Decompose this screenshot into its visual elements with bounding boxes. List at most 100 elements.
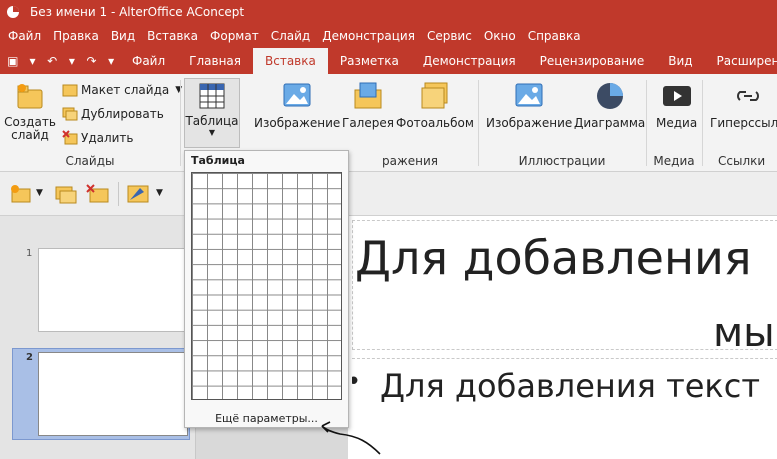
insert-image-label: Изображение bbox=[254, 116, 341, 130]
ribbon-separator bbox=[180, 80, 181, 166]
bullet-icon: • bbox=[352, 367, 361, 397]
link-icon bbox=[736, 91, 759, 101]
new-slide-icon bbox=[17, 84, 43, 109]
group-label-slides: Слайды bbox=[65, 154, 115, 168]
duplicate-icon[interactable] bbox=[54, 184, 78, 204]
play-icon bbox=[662, 86, 691, 106]
image-icon bbox=[283, 83, 311, 107]
title-placeholder[interactable]: Для добавления мы bbox=[352, 220, 777, 355]
bullet-text: Для добавления текст bbox=[380, 367, 760, 405]
duplicate-icon bbox=[62, 107, 78, 121]
slide-thumbnail-1[interactable] bbox=[38, 248, 188, 332]
menu-view[interactable]: Вид bbox=[111, 29, 135, 43]
dropdown-arrow-icon[interactable]: ▾ bbox=[102, 52, 120, 70]
menu-format[interactable]: Формат bbox=[210, 29, 259, 43]
tab-home[interactable]: Главная bbox=[177, 48, 253, 74]
table-label: Таблица bbox=[185, 114, 239, 128]
table-size-grid[interactable] bbox=[191, 172, 342, 400]
dropdown-arrow-icon[interactable]: ▾ bbox=[24, 52, 42, 70]
menu-help[interactable]: Справка bbox=[528, 29, 581, 43]
ribbon-tab-bar: ▣ ▾ ↶ ▾ ↷ ▾ Файл Главная Вставка Разметк… bbox=[0, 48, 777, 74]
slide-canvas[interactable]: Для добавления мы • Для добавления текст bbox=[348, 216, 777, 459]
illustration-image-button[interactable]: Изображение bbox=[486, 80, 572, 130]
menu-file[interactable]: Файл bbox=[8, 29, 41, 43]
create-slide-button[interactable]: Создать слайд bbox=[4, 80, 56, 142]
gallery-button[interactable]: Галерея bbox=[342, 80, 394, 130]
chevron-down-icon: ▼ bbox=[208, 128, 216, 137]
tab-slideshow[interactable]: Демонстрация bbox=[411, 48, 528, 74]
chart-label: Диаграмма bbox=[574, 116, 646, 130]
toolbar-separator bbox=[118, 182, 119, 206]
tab-layout[interactable]: Разметка bbox=[328, 48, 411, 74]
tab-view[interactable]: Вид bbox=[656, 48, 704, 74]
photo-album-button[interactable]: Фотоальбом bbox=[396, 80, 474, 130]
annotation-arrow-icon bbox=[321, 421, 381, 455]
photo-album-icon bbox=[421, 82, 448, 109]
slide-layout-label: Макет слайда bbox=[81, 83, 170, 97]
tab-review[interactable]: Рецензирование bbox=[528, 48, 657, 74]
chevron-down-icon: ▼ bbox=[175, 85, 183, 95]
title-line-2: мы bbox=[713, 310, 775, 356]
slide-layout-button[interactable]: Макет слайда ▼ bbox=[62, 82, 182, 98]
tab-file[interactable]: Файл bbox=[120, 48, 177, 74]
menu-edit[interactable]: Правка bbox=[53, 29, 99, 43]
layout-icon bbox=[62, 84, 78, 97]
delete-slide-icon[interactable] bbox=[86, 184, 110, 204]
delete-slide-button[interactable]: Удалить bbox=[62, 130, 134, 146]
pie-chart-icon bbox=[596, 83, 623, 109]
gallery-label: Галерея bbox=[342, 116, 394, 130]
content-placeholder[interactable]: • Для добавления текст bbox=[352, 358, 777, 459]
menu-bar: Файл Правка Вид Вставка Формат Слайд Дем… bbox=[0, 24, 777, 48]
create-slide-label: Создать слайд bbox=[4, 115, 56, 142]
slide-panel: 1 2 bbox=[0, 216, 196, 459]
media-button[interactable]: Медиа bbox=[656, 80, 697, 130]
popup-title: Таблица bbox=[191, 154, 245, 167]
slide-design-icon[interactable] bbox=[126, 184, 150, 204]
group-label-links: Ссылки bbox=[718, 154, 766, 168]
hyperlink-button[interactable]: Гиперссылк bbox=[710, 80, 777, 130]
illustration-image-label: Изображение bbox=[486, 116, 573, 130]
insert-image-button[interactable]: Изображение bbox=[254, 80, 340, 130]
group-illustrations: Изображение Диаграмма Иллюстрации bbox=[480, 74, 645, 172]
save-icon[interactable]: ▣ bbox=[4, 52, 22, 70]
table-button[interactable]: Таблица ▼ bbox=[184, 78, 240, 148]
menu-tools[interactable]: Сервис bbox=[427, 29, 472, 43]
menu-insert[interactable]: Вставка bbox=[147, 29, 198, 43]
undo-icon[interactable]: ↶ bbox=[43, 52, 61, 70]
photo-album-label: Фотоальбом bbox=[396, 116, 474, 130]
slide-thumbnail-2[interactable] bbox=[38, 352, 188, 436]
group-links: Гиперссылк Ссылки bbox=[704, 74, 777, 172]
ribbon-separator bbox=[702, 80, 703, 166]
slide-number: 1 bbox=[26, 248, 33, 259]
delete-slide-label: Удалить bbox=[81, 131, 134, 145]
quick-access-toolbar: ▣ ▾ ↶ ▾ ↷ ▾ bbox=[0, 52, 120, 70]
secondary-toolbar: ▼ ▼ bbox=[0, 172, 777, 216]
duplicate-slide-label: Дублировать bbox=[81, 107, 164, 121]
menu-slide[interactable]: Слайд bbox=[271, 29, 311, 43]
menu-slideshow[interactable]: Демонстрация bbox=[322, 29, 415, 43]
delete-slide-icon bbox=[62, 130, 78, 145]
group-slides: Создать слайд Макет слайда ▼ Дублировать… bbox=[0, 74, 182, 172]
group-label-illustrations: Иллюстрации bbox=[518, 154, 606, 168]
ribbon-separator bbox=[478, 80, 479, 166]
dropdown-arrow-icon[interactable]: ▾ bbox=[63, 52, 81, 70]
table-icon bbox=[199, 83, 225, 109]
hyperlink-label: Гиперссылк bbox=[710, 116, 777, 130]
media-label: Медиа bbox=[656, 116, 698, 130]
tab-extensions[interactable]: Расширение bbox=[705, 48, 777, 74]
group-label-media: Медиа bbox=[653, 154, 695, 168]
duplicate-slide-button[interactable]: Дублировать bbox=[62, 106, 164, 122]
ribbon: Создать слайд Макет слайда ▼ Дублировать… bbox=[0, 74, 777, 172]
chevron-down-icon[interactable]: ▼ bbox=[156, 188, 163, 198]
app-logo-icon bbox=[7, 6, 19, 18]
image-icon bbox=[515, 83, 543, 107]
new-slide-icon[interactable] bbox=[10, 184, 32, 204]
chevron-down-icon[interactable]: ▼ bbox=[36, 188, 43, 198]
tab-insert[interactable]: Вставка bbox=[253, 48, 328, 74]
chart-button[interactable]: Диаграмма bbox=[574, 80, 645, 130]
redo-icon[interactable]: ↷ bbox=[83, 52, 101, 70]
title-line-1: Для добавления bbox=[355, 231, 752, 285]
group-media: Медиа Медиа bbox=[648, 74, 700, 172]
menu-window[interactable]: Окно bbox=[484, 29, 516, 43]
title-bar: Без имени 1 - AlterOffice AConcept bbox=[0, 0, 777, 24]
